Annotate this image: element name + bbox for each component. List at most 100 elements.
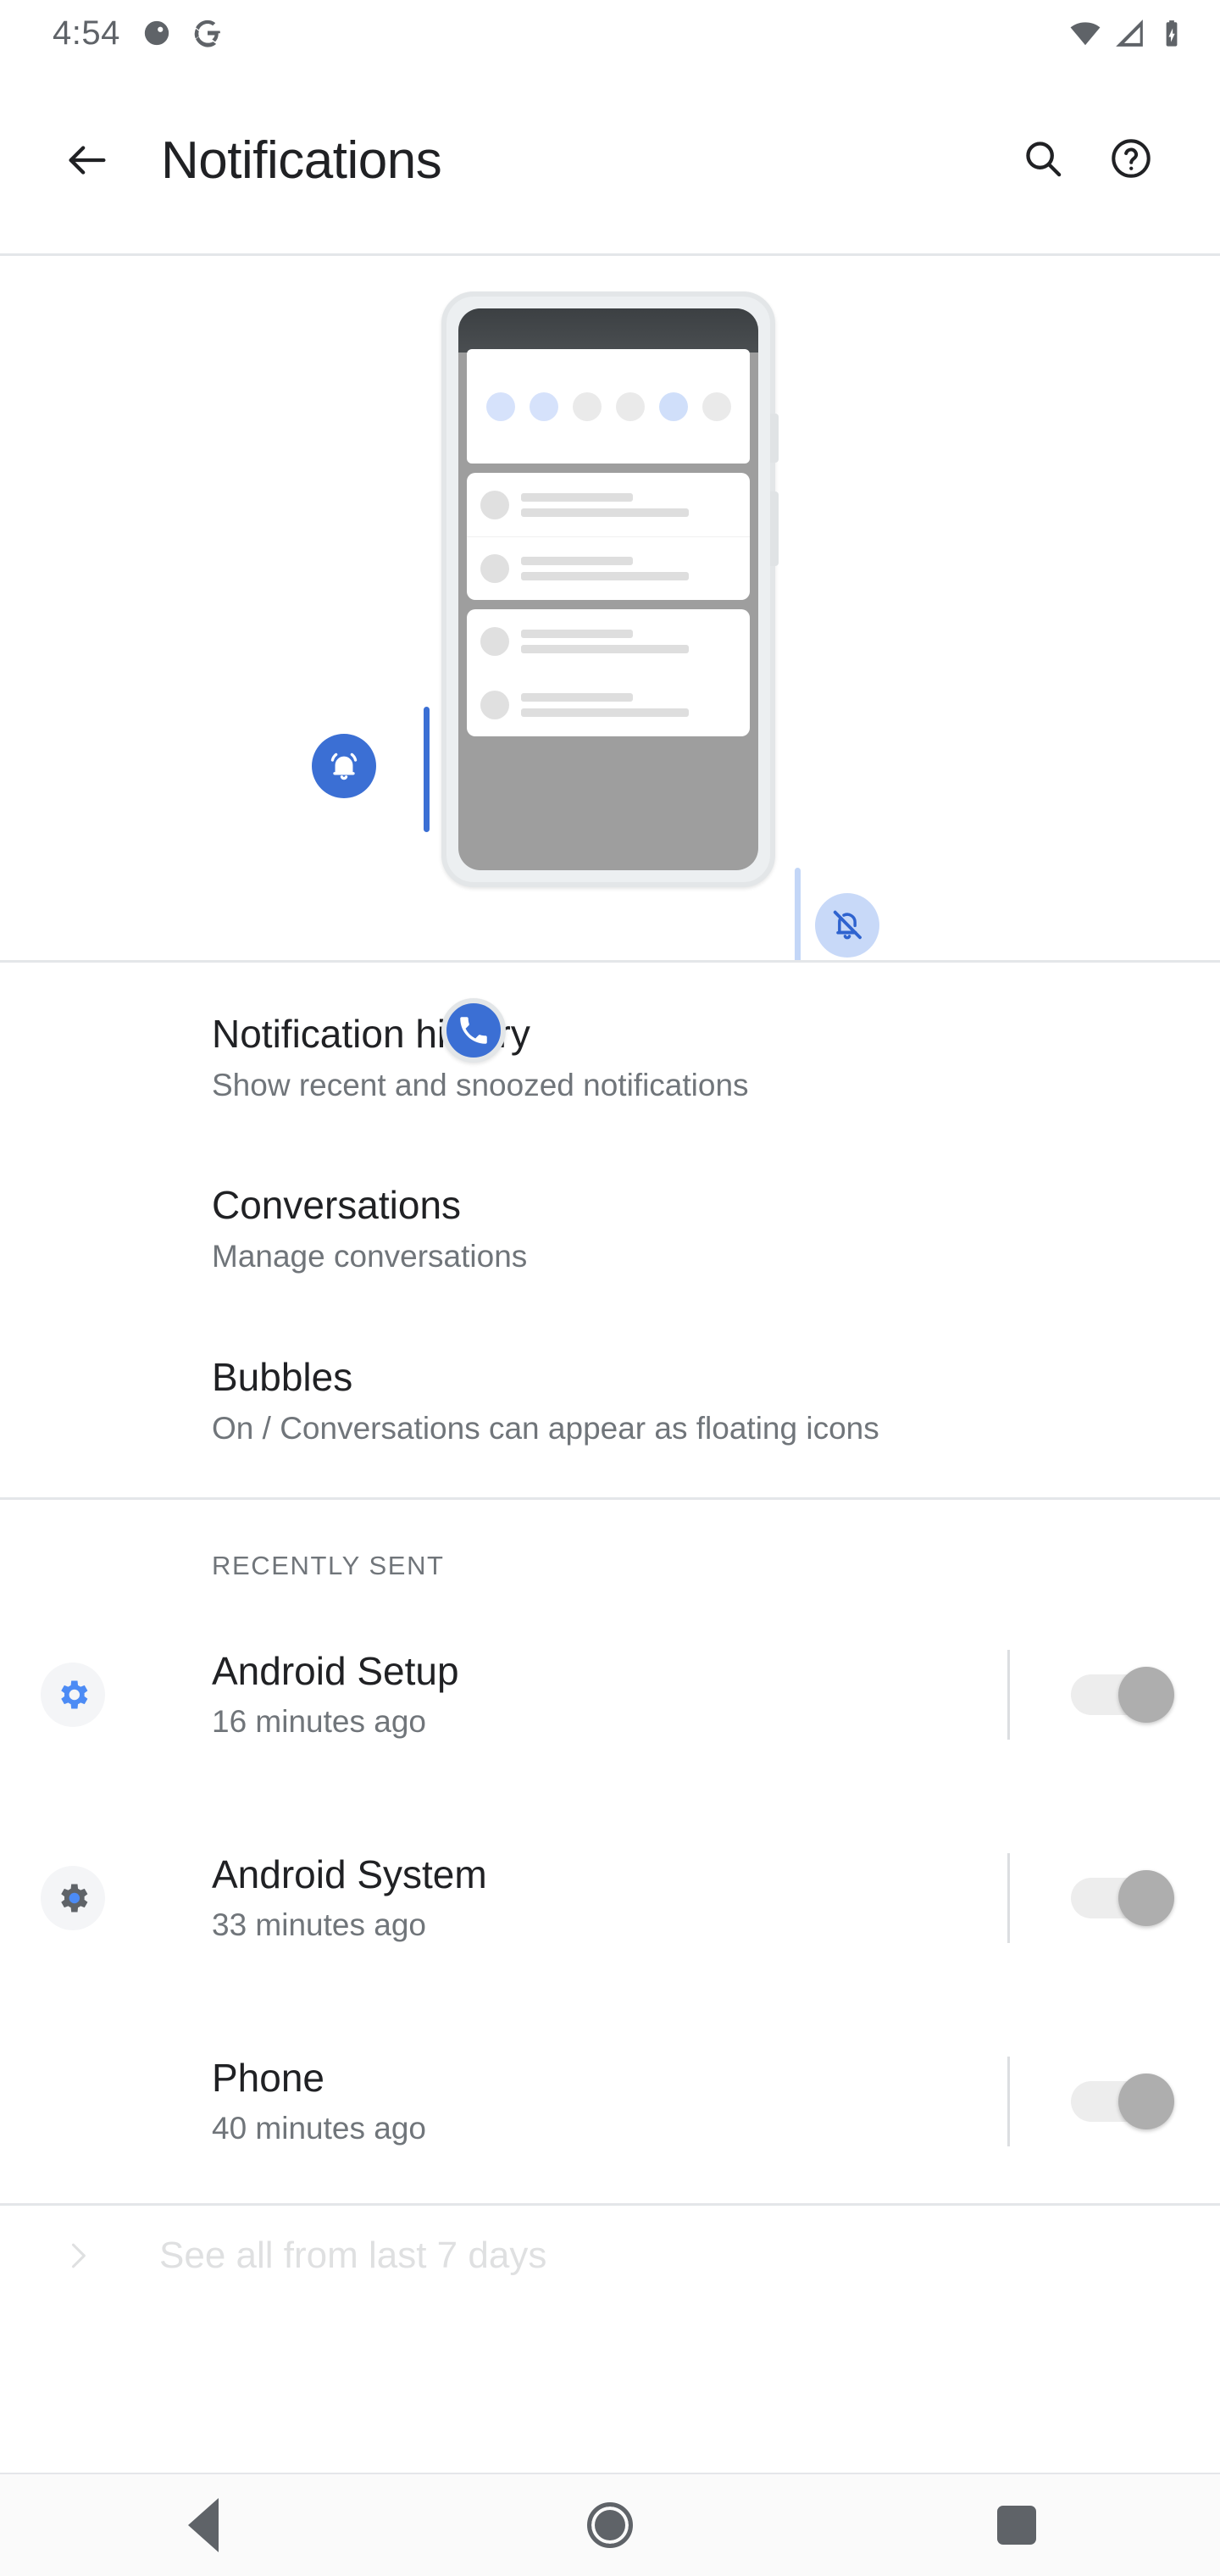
search-icon (1026, 141, 1062, 176)
nav-recents-button[interactable] (940, 2506, 1093, 2545)
home-circle-icon (587, 2502, 633, 2548)
status-bar: 4:54 (0, 0, 1220, 66)
pref-notification-history[interactable]: Notification history Show recent and sno… (0, 963, 1220, 1127)
app-icon-container (34, 1663, 112, 1728)
notification-placeholder-row (467, 473, 750, 536)
status-bar-left: 4:54 (53, 14, 222, 53)
notification-text-placeholder (521, 557, 736, 580)
gear-glyph-icon (61, 1680, 88, 1709)
pref-title: Notification history (212, 1012, 530, 1056)
bell-off-badge (815, 893, 879, 958)
pref-title: Bubbles (212, 1354, 353, 1399)
cellular-signal-icon (1113, 17, 1145, 49)
settings-gear-icon (41, 1866, 105, 1931)
app-row-phone[interactable]: Phone 40 minutes ago (0, 998, 1220, 2203)
search-button[interactable] (1020, 136, 1066, 186)
recents-square-icon (997, 2506, 1036, 2545)
app-time: 33 minutes ago (212, 1907, 427, 1943)
app-name: Phone (212, 2056, 325, 2101)
bell-off-icon (833, 910, 862, 940)
navigation-bar (0, 2473, 1220, 2576)
notification-text-placeholder (521, 492, 736, 517)
bell-on-connector-bar (424, 707, 430, 832)
quick-settings-tile (529, 391, 558, 421)
app-toggle-container (1007, 1853, 1174, 1944)
quick-settings-card (467, 349, 750, 464)
bell-off-connector-bar (795, 868, 801, 960)
app-text-block: Android Setup 16 minutes ago (212, 1648, 1007, 1741)
app-row-android-system[interactable]: Android System 33 minutes ago (0, 1796, 1220, 2000)
page-title: Notifications (161, 130, 442, 190)
pref-bubbles[interactable]: Bubbles On / Conversations can appear as… (0, 1299, 1220, 1497)
pref-subtitle: Manage conversations (212, 1239, 528, 1274)
nav-home-button[interactable] (534, 2502, 686, 2548)
settings-gear-icon (41, 1663, 105, 1728)
row-vertical-divider (1007, 2057, 1010, 2147)
see-all-row[interactable]: See all from last 7 days (0, 2206, 1220, 2306)
toggle-thumb (1118, 1667, 1174, 1724)
app-toggle-container (1007, 1650, 1174, 1740)
quick-settings-tile (702, 391, 731, 421)
see-all-label: See all from last 7 days (159, 2235, 547, 2277)
app-bar-actions (1020, 136, 1154, 186)
app-name: Android System (212, 1852, 487, 1897)
battery-charging-icon (1157, 19, 1186, 47)
preferences-section: Notification history Show recent and sno… (0, 963, 1220, 2307)
phone-screen (458, 308, 758, 870)
phone-handset-icon (441, 998, 506, 1063)
dnd-icon (142, 19, 171, 47)
phone-status-area (458, 308, 758, 353)
notification-text-placeholder (521, 629, 736, 653)
notification-card-group (467, 473, 750, 600)
quick-settings-tile (572, 391, 602, 421)
row-vertical-divider (1007, 1650, 1010, 1740)
app-time: 40 minutes ago (212, 2111, 427, 2146)
phone-side-button-power (770, 491, 779, 566)
app-toggle-container (1007, 2057, 1174, 2147)
pref-conversations[interactable]: Conversations Manage conversations (0, 1127, 1220, 1298)
app-icon-container (34, 1866, 112, 1931)
back-arrow-icon (69, 146, 106, 175)
app-notification-toggle[interactable] (1071, 1667, 1174, 1724)
help-icon (1112, 138, 1151, 178)
notification-avatar (480, 626, 509, 656)
quick-settings-tile (615, 391, 645, 421)
notifications-illustration (0, 256, 1220, 960)
phone-mockup (441, 291, 779, 887)
help-button[interactable] (1108, 136, 1154, 186)
back-button[interactable] (41, 136, 134, 185)
app-notification-toggle[interactable] (1071, 1870, 1174, 1927)
phone-side-button-volume (770, 414, 779, 463)
notifications-settings-screen: 4:54 Notifications Notification history … (0, 0, 1220, 2576)
app-row-android-setup[interactable]: Android Setup 16 minutes ago (0, 1593, 1220, 1796)
recently-sent-header: RECENTLY SENT (212, 1551, 445, 1581)
notification-avatar (480, 690, 509, 719)
app-name: Android Setup (212, 1649, 459, 1694)
status-bar-right (1069, 17, 1186, 49)
app-text-block: Android System 33 minutes ago (212, 1852, 1007, 1945)
notification-avatar (480, 554, 509, 583)
back-triangle-icon (188, 2498, 219, 2552)
nav-back-button[interactable] (127, 2498, 280, 2552)
notification-placeholder-row (467, 673, 750, 736)
bell-ringing-icon (330, 752, 358, 780)
toggle-thumb (1118, 2074, 1174, 2130)
status-bar-clock: 4:54 (53, 14, 120, 52)
notification-card-group (467, 609, 750, 736)
app-text-block: Phone 40 minutes ago (212, 2055, 1007, 2148)
chevron-right-icon (71, 2243, 86, 2268)
quick-settings-tile (658, 391, 688, 421)
bell-ringing-badge (312, 734, 376, 798)
notification-placeholder-row (467, 536, 750, 600)
pref-subtitle: Show recent and snoozed notifications (212, 1068, 749, 1103)
wifi-icon (1069, 17, 1101, 49)
google-icon (193, 19, 222, 47)
notification-placeholder-row (467, 609, 750, 673)
pref-title: Conversations (212, 1183, 462, 1228)
app-notification-toggle[interactable] (1071, 2074, 1174, 2130)
row-vertical-divider (1007, 1853, 1010, 1944)
toggle-thumb (1118, 1870, 1174, 1927)
gear-glyph-icon (61, 1884, 88, 1913)
notification-avatar (480, 490, 509, 519)
handset-glyph-icon (460, 1017, 487, 1044)
